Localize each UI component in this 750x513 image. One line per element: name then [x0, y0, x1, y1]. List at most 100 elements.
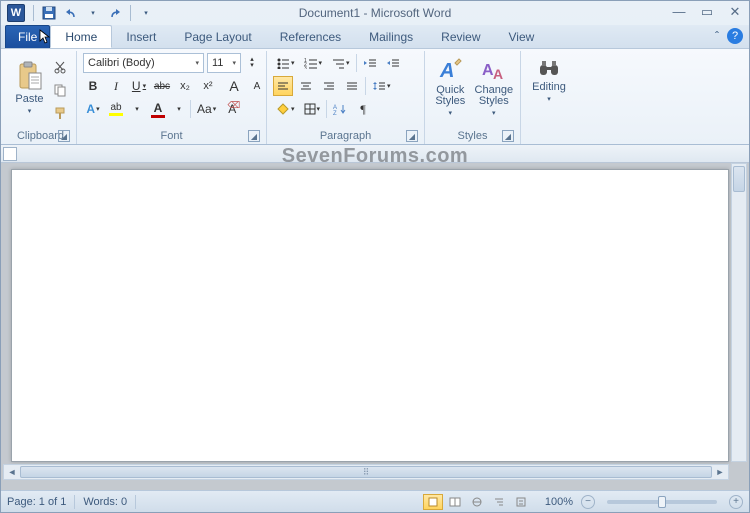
vertical-scroll-thumb[interactable]: [733, 166, 745, 192]
quick-styles-icon: A: [437, 57, 463, 83]
superscript-button[interactable]: x²: [198, 76, 218, 96]
align-right-button[interactable]: [319, 76, 339, 96]
font-group-label: Font ◢: [83, 128, 260, 144]
sort-button[interactable]: AZ: [330, 99, 350, 119]
horizontal-scroll-thumb[interactable]: ⠿: [20, 466, 712, 478]
paste-button[interactable]: Paste ▾: [11, 53, 48, 123]
strikethrough-button[interactable]: abc: [152, 76, 172, 96]
qat-separator: [130, 5, 131, 21]
borders-button[interactable]: ▾: [301, 99, 324, 119]
minimize-ribbon-button[interactable]: ˆ: [715, 29, 719, 43]
text-effects-button[interactable]: A▾: [83, 99, 103, 119]
cut-button[interactable]: [50, 57, 70, 77]
maximize-button[interactable]: ▭: [699, 4, 715, 20]
font-size-step[interactable]: ▴▾: [244, 53, 260, 73]
mailings-tab[interactable]: Mailings: [355, 25, 427, 48]
highlight-button[interactable]: ab: [106, 99, 126, 119]
page-status[interactable]: Page: 1 of 1: [7, 496, 66, 508]
view-tab[interactable]: View: [495, 25, 549, 48]
close-button[interactable]: ✕: [727, 4, 743, 20]
save-icon[interactable]: [40, 4, 58, 22]
undo-icon[interactable]: [62, 4, 80, 22]
file-tab-label: File: [18, 30, 37, 44]
svg-text:3: 3: [304, 66, 307, 69]
bold-button[interactable]: B: [83, 76, 103, 96]
italic-button[interactable]: I: [106, 76, 126, 96]
shading-button[interactable]: ▾: [273, 99, 298, 119]
insert-tab[interactable]: Insert: [112, 25, 170, 48]
font-color-dropdown[interactable]: ▾: [171, 99, 187, 119]
styles-dialog-launcher[interactable]: ◢: [502, 130, 514, 142]
change-case-button[interactable]: Aa▾: [194, 99, 219, 119]
binoculars-icon: [538, 57, 560, 79]
qat-customize-dropdown[interactable]: ▾: [137, 4, 155, 22]
fullscreen-reading-view[interactable]: [445, 494, 465, 510]
multilevel-list-button[interactable]: ▾: [328, 53, 353, 73]
help-icon[interactable]: ?: [727, 28, 743, 44]
zoom-slider[interactable]: [607, 500, 717, 504]
paragraph-dialog-launcher[interactable]: ◢: [406, 130, 418, 142]
word-count[interactable]: Words: 0: [83, 496, 127, 508]
font-name-combo[interactable]: Calibri (Body)▾: [83, 53, 204, 73]
increase-indent-button[interactable]: [383, 53, 403, 73]
app-window: W ▾ ▾ Document1 - Microsoft Word ― ▭ ✕ F: [0, 0, 750, 513]
subscript-button[interactable]: x₂: [175, 76, 195, 96]
references-tab[interactable]: References: [266, 25, 355, 48]
clipboard-icon: [17, 61, 43, 91]
font-size-combo[interactable]: 11▾: [207, 53, 241, 73]
home-tab[interactable]: Home: [50, 25, 112, 48]
clipboard-dialog-launcher[interactable]: ◢: [58, 130, 70, 142]
zoom-slider-thumb[interactable]: [658, 496, 666, 508]
zoom-in-button[interactable]: +: [729, 495, 743, 509]
format-painter-button[interactable]: [50, 103, 70, 123]
grow-font-button[interactable]: A: [224, 76, 244, 96]
horizontal-scrollbar[interactable]: ◄ ⠿ ►: [3, 464, 729, 480]
review-tab[interactable]: Review: [427, 25, 494, 48]
decrease-indent-button[interactable]: [360, 53, 380, 73]
show-hide-button[interactable]: ¶: [353, 99, 373, 119]
horizontal-ruler[interactable]: [1, 145, 749, 163]
highlight-dropdown[interactable]: ▾: [129, 99, 145, 119]
zoom-level[interactable]: 100%: [545, 496, 573, 508]
align-center-button[interactable]: [296, 76, 316, 96]
scroll-left-arrow[interactable]: ◄: [5, 466, 19, 478]
svg-text:A: A: [439, 60, 454, 82]
zoom-out-button[interactable]: −: [581, 495, 595, 509]
web-layout-view[interactable]: [467, 494, 487, 510]
draft-view[interactable]: [511, 494, 531, 510]
line-spacing-button[interactable]: ▾: [369, 76, 394, 96]
quick-styles-button[interactable]: A QuickStyles ▾: [431, 53, 470, 121]
bullets-button[interactable]: ▾: [273, 53, 298, 73]
paste-dropdown-caret: ▾: [28, 107, 32, 115]
copy-button[interactable]: [50, 80, 70, 100]
tab-selector[interactable]: [3, 147, 17, 161]
outline-view[interactable]: [489, 494, 509, 510]
qat-separator: [33, 5, 34, 21]
minimize-button[interactable]: ―: [671, 4, 687, 20]
font-dialog-launcher[interactable]: ◢: [248, 130, 260, 142]
editing-button[interactable]: Editing ▾: [527, 53, 571, 107]
numbering-button[interactable]: 123▾: [301, 53, 326, 73]
file-tab[interactable]: File: [5, 25, 50, 48]
align-left-button[interactable]: [273, 76, 293, 96]
document-page[interactable]: [11, 169, 729, 462]
print-layout-view[interactable]: [423, 494, 443, 510]
change-styles-button[interactable]: AA ChangeStyles ▾: [474, 53, 514, 121]
ribbon: Paste ▾ Clipboard ◢ Calibri (Body)▾ 11▾ …: [1, 49, 749, 145]
title-bar: W ▾ ▾ Document1 - Microsoft Word ― ▭ ✕: [1, 1, 749, 25]
vertical-scrollbar[interactable]: [731, 163, 747, 462]
svg-text:A: A: [493, 66, 503, 82]
paste-label: Paste: [15, 93, 43, 105]
ribbon-tabs: File Home Insert Page Layout References …: [1, 25, 749, 49]
underline-button[interactable]: U▾: [129, 76, 149, 96]
justify-button[interactable]: [342, 76, 362, 96]
undo-dropdown[interactable]: ▾: [84, 4, 102, 22]
page-layout-tab[interactable]: Page Layout: [170, 25, 265, 48]
font-color-button[interactable]: A: [148, 99, 168, 119]
clear-formatting-button[interactable]: A⌫: [222, 99, 242, 119]
scroll-right-arrow[interactable]: ►: [713, 466, 727, 478]
redo-icon[interactable]: [106, 4, 124, 22]
window-controls: ― ▭ ✕: [671, 4, 743, 20]
shrink-font-button[interactable]: A: [247, 76, 267, 96]
styles-group-label: Styles ◢: [431, 128, 514, 144]
